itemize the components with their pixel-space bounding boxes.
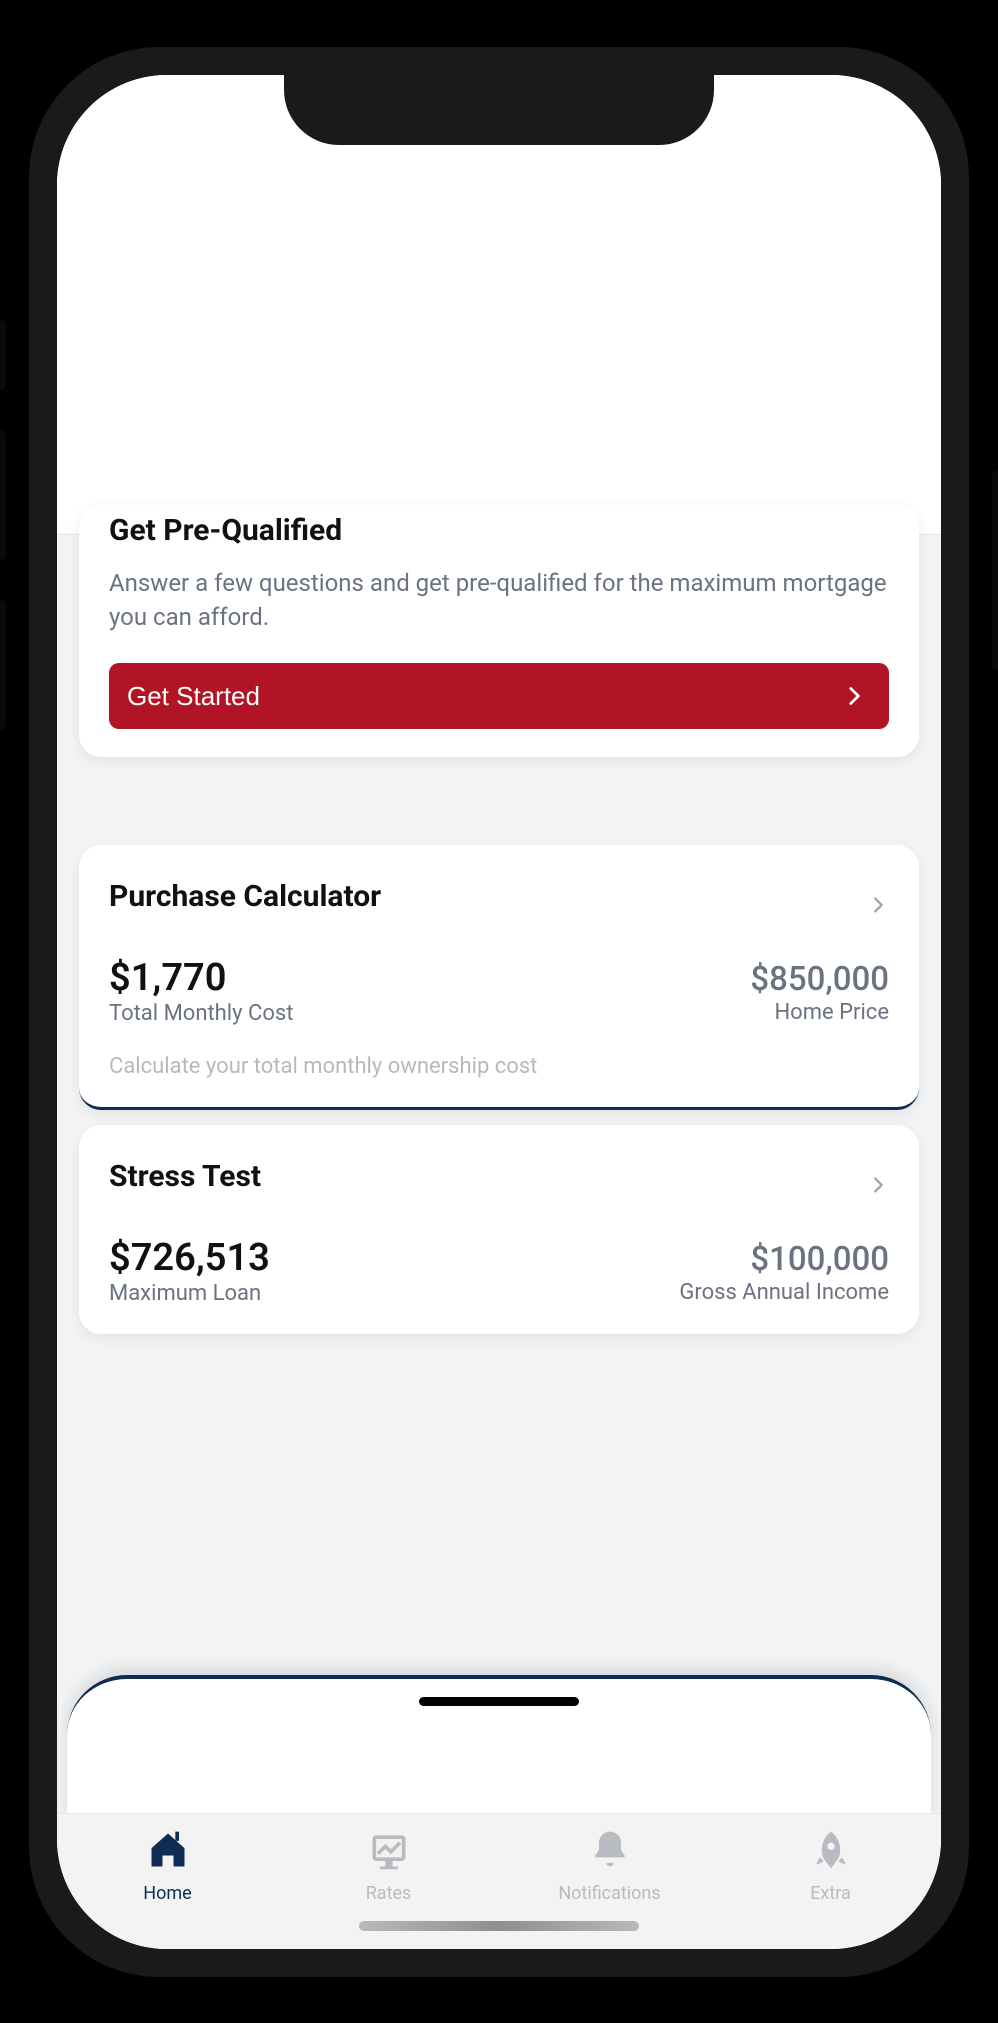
tab-home-label: Home [143,1883,191,1904]
chevron-right-icon [841,683,867,709]
prequalified-subtitle: Answer a few questions and get pre-quali… [109,566,889,636]
gross-income-value: $100,000 [679,1238,889,1278]
phone-frame: Get Pre-Qualified Answer a few questions… [29,47,969,1977]
get-started-label: Get Started [127,681,260,712]
prequalified-card: Get Pre-Qualified Answer a few questions… [79,505,919,758]
get-started-button[interactable]: Get Started [109,663,889,729]
tab-notifications-label: Notifications [558,1883,660,1904]
notch [284,75,714,145]
home-price-value: $850,000 [750,958,889,998]
monthly-cost-label: Total Monthly Cost [109,1001,293,1026]
tab-home[interactable]: Home [78,1828,258,1904]
chart-icon [367,1828,411,1877]
tab-extra-label: Extra [810,1883,851,1904]
side-button [0,320,6,390]
tab-rates[interactable]: Rates [299,1828,479,1904]
purchase-footnote: Calculate your total monthly ownership c… [109,1054,889,1079]
tab-rates-label: Rates [366,1883,412,1904]
purchase-calculator-card[interactable]: Purchase Calculator $1,770 Total Monthly… [79,845,919,1111]
drag-handle[interactable] [419,1697,579,1706]
stress-test-card[interactable]: Stress Test $726,513 Maximum Loan [79,1125,919,1335]
max-loan-label: Maximum Loan [109,1281,270,1306]
gross-income-label: Gross Annual Income [679,1280,889,1305]
home-price-label: Home Price [750,1000,889,1025]
side-button [0,600,6,730]
home-icon [146,1828,190,1877]
bell-icon [588,1828,632,1877]
monthly-cost-value: $1,770 [109,958,293,1000]
home-indicator[interactable] [359,1921,639,1931]
tab-extra[interactable]: Extra [741,1828,921,1904]
chevron-right-icon [867,1174,889,1196]
max-loan-value: $726,513 [109,1238,270,1280]
app-screen: Get Pre-Qualified Answer a few questions… [57,75,941,1949]
bottom-sheet[interactable] [67,1675,931,1823]
side-button [992,470,998,670]
chevron-right-icon [867,894,889,916]
tab-notifications[interactable]: Notifications [520,1828,700,1904]
side-button [0,430,6,560]
device-mockup: Get Pre-Qualified Answer a few questions… [0,0,998,2023]
prequalified-title: Get Pre-Qualified [109,513,889,548]
purchase-calculator-title: Purchase Calculator [109,879,381,914]
rocket-icon [809,1828,853,1877]
stress-test-title: Stress Test [109,1159,261,1194]
